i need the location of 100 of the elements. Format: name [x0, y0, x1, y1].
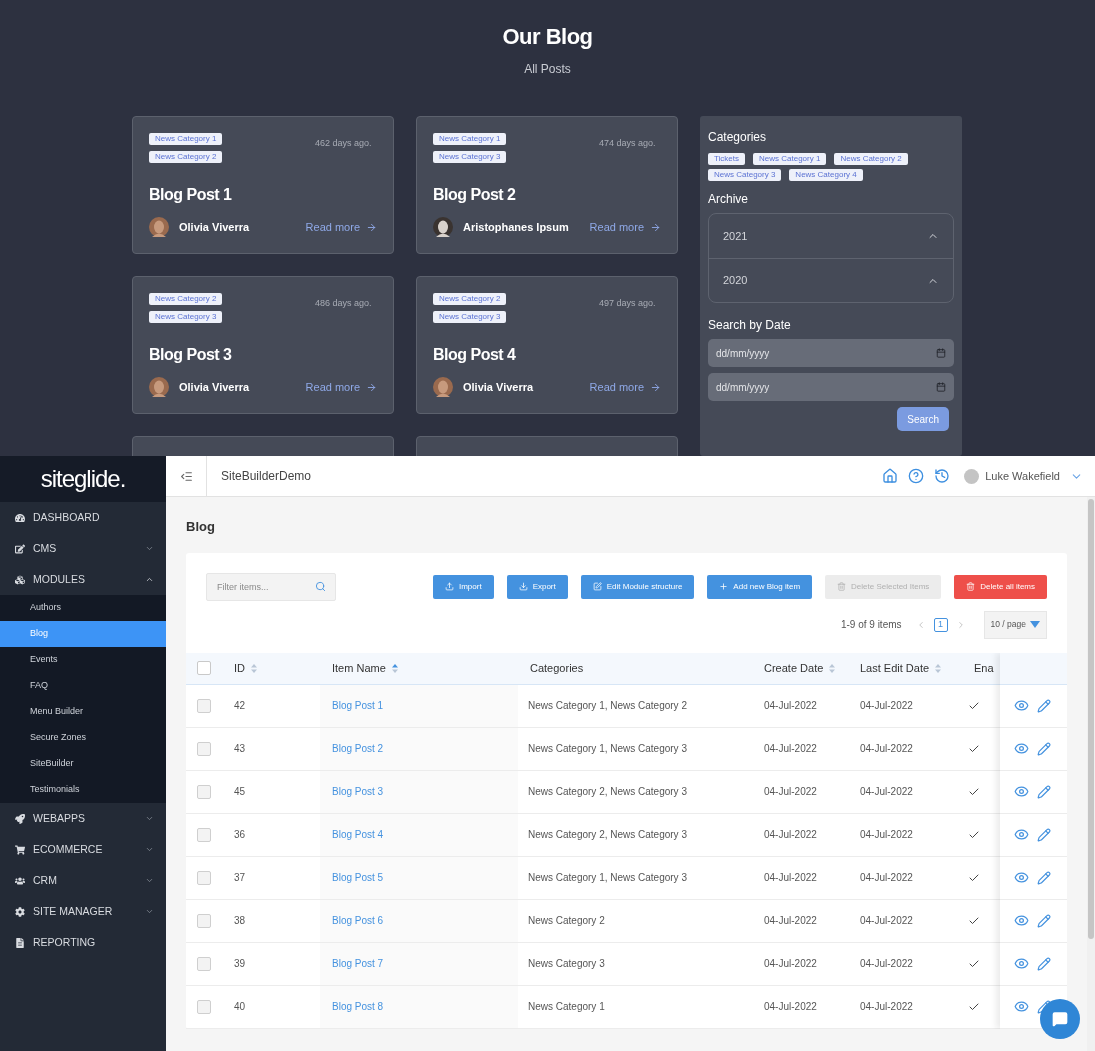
- view-icon[interactable]: [1014, 870, 1029, 885]
- item-link[interactable]: Blog Post 7: [332, 956, 384, 971]
- submenu-item[interactable]: Secure Zones: [0, 725, 166, 751]
- scrollbar[interactable]: [1087, 497, 1095, 1051]
- item-link[interactable]: Blog Post 8: [332, 999, 384, 1014]
- toolbar-button[interactable]: Delete all items: [954, 574, 1047, 599]
- edit-icon[interactable]: [1037, 913, 1051, 928]
- toolbar-button[interactable]: Export: [506, 574, 568, 599]
- archive-year[interactable]: 2020: [709, 258, 953, 302]
- row-checkbox[interactable]: [197, 956, 211, 971]
- nav-item[interactable]: SITE MANAGER: [0, 896, 166, 927]
- category-tag[interactable]: News Category 3: [708, 169, 782, 181]
- category-tag[interactable]: News Category 2: [834, 153, 908, 165]
- item-link[interactable]: Blog Post 2: [332, 741, 384, 756]
- row-checkbox[interactable]: [197, 827, 211, 842]
- edit-icon[interactable]: [1037, 999, 1051, 1014]
- category-tag[interactable]: News Category 1: [149, 133, 223, 145]
- view-icon[interactable]: [1014, 956, 1029, 971]
- read-more-link[interactable]: Read more: [589, 218, 661, 236]
- view-icon[interactable]: [1014, 698, 1029, 713]
- nav-item[interactable]: CMS: [0, 533, 166, 564]
- submenu-item[interactable]: Blog: [0, 621, 166, 647]
- date-field[interactable]: dd/mm/yyyy: [708, 339, 954, 367]
- edit-icon[interactable]: [1037, 827, 1051, 842]
- category-tag[interactable]: Tickets: [708, 153, 746, 165]
- help-icon[interactable]: [908, 468, 925, 484]
- view-icon[interactable]: [1014, 827, 1029, 842]
- read-more-link[interactable]: Read more: [589, 378, 661, 396]
- collapse-menu-icon[interactable]: [179, 469, 193, 483]
- category-tag[interactable]: News Category 1: [433, 133, 507, 145]
- row-checkbox[interactable]: [197, 741, 211, 756]
- edit-icon[interactable]: [1037, 698, 1051, 713]
- submenu-item[interactable]: SiteBuilder: [0, 751, 166, 777]
- item-link[interactable]: Blog Post 4: [332, 827, 384, 842]
- calendar-icon: [936, 348, 946, 358]
- toolbar-button[interactable]: Edit Module structure: [580, 574, 695, 599]
- date-field[interactable]: dd/mm/yyyy: [708, 373, 954, 401]
- toolbar-button[interactable]: Add new Blog item: [707, 574, 813, 599]
- sort-icon[interactable]: [935, 663, 942, 673]
- row-checkbox[interactable]: [197, 784, 211, 799]
- category-tag[interactable]: News Category 3: [433, 311, 507, 323]
- post-title[interactable]: Blog Post 1: [149, 185, 377, 205]
- category-tag[interactable]: News Category 2: [433, 293, 507, 305]
- category-tag[interactable]: News Category 3: [433, 151, 507, 163]
- item-link[interactable]: Blog Post 1: [332, 698, 384, 713]
- view-icon[interactable]: [1014, 913, 1029, 928]
- edit-icon[interactable]: [1037, 784, 1051, 799]
- history-icon[interactable]: [934, 468, 951, 484]
- column-header[interactable]: Item Name: [332, 659, 386, 677]
- view-icon[interactable]: [1014, 784, 1029, 799]
- select-all-checkbox[interactable]: [197, 661, 211, 675]
- read-more-link[interactable]: Read more: [305, 378, 377, 396]
- edit-icon[interactable]: [1037, 741, 1051, 756]
- edit-icon[interactable]: [1037, 956, 1051, 971]
- nav-item[interactable]: ECOMMERCE: [0, 834, 166, 865]
- page-size-select[interactable]: 10 / page: [983, 610, 1047, 639]
- category-tag[interactable]: News Category 3: [149, 311, 223, 323]
- column-header[interactable]: Last Edit Date: [860, 659, 930, 677]
- row-checkbox[interactable]: [197, 913, 211, 928]
- category-tag[interactable]: News Category 2: [149, 293, 223, 305]
- read-more-link[interactable]: Read more: [305, 218, 377, 236]
- search-button[interactable]: Search: [897, 407, 949, 431]
- item-link[interactable]: Blog Post 6: [332, 913, 384, 928]
- submenu-item[interactable]: Events: [0, 647, 166, 673]
- row-checkbox[interactable]: [197, 999, 211, 1014]
- edit-icon[interactable]: [1037, 870, 1051, 885]
- nav-item[interactable]: DASHBOARD: [0, 502, 166, 533]
- row-checkbox[interactable]: [197, 870, 211, 885]
- column-header[interactable]: Create Date: [764, 659, 824, 677]
- view-icon[interactable]: [1014, 999, 1029, 1014]
- row-checkbox[interactable]: [197, 698, 211, 713]
- page-button[interactable]: 1: [933, 617, 948, 632]
- nav-icon: [15, 574, 25, 585]
- archive-year[interactable]: 2021: [709, 214, 953, 258]
- author-name: Olivia Viverra: [179, 219, 250, 235]
- sort-icon[interactable]: [391, 663, 398, 673]
- submenu-item[interactable]: FAQ: [0, 673, 166, 699]
- submenu-item[interactable]: Testimonials: [0, 777, 166, 803]
- user-name[interactable]: Luke Wakefield: [985, 467, 1060, 485]
- filter-field[interactable]: Filter items...: [206, 572, 336, 601]
- submenu-item[interactable]: Authors: [0, 595, 166, 621]
- nav-item[interactable]: CRM: [0, 865, 166, 896]
- column-header[interactable]: ID: [234, 659, 245, 677]
- post-title[interactable]: Blog Post 2: [433, 185, 661, 205]
- sort-icon[interactable]: [829, 663, 836, 673]
- view-icon[interactable]: [1014, 741, 1029, 756]
- submenu-item[interactable]: Menu Builder: [0, 699, 166, 725]
- item-link[interactable]: Blog Post 5: [332, 870, 384, 885]
- post-title[interactable]: Blog Post 4: [433, 345, 661, 365]
- category-tag[interactable]: News Category 2: [149, 151, 223, 163]
- toolbar-button[interactable]: Import: [432, 574, 494, 599]
- home-icon[interactable]: [882, 468, 899, 484]
- category-tag[interactable]: News Category 4: [789, 169, 863, 181]
- nav-item[interactable]: WEBAPPS: [0, 803, 166, 834]
- post-title[interactable]: Blog Post 3: [149, 345, 377, 365]
- nav-item[interactable]: REPORTING: [0, 927, 166, 958]
- item-link[interactable]: Blog Post 3: [332, 784, 384, 799]
- sort-icon[interactable]: [251, 663, 257, 673]
- category-tag[interactable]: News Category 1: [753, 153, 827, 165]
- nav-item[interactable]: MODULES: [0, 564, 166, 595]
